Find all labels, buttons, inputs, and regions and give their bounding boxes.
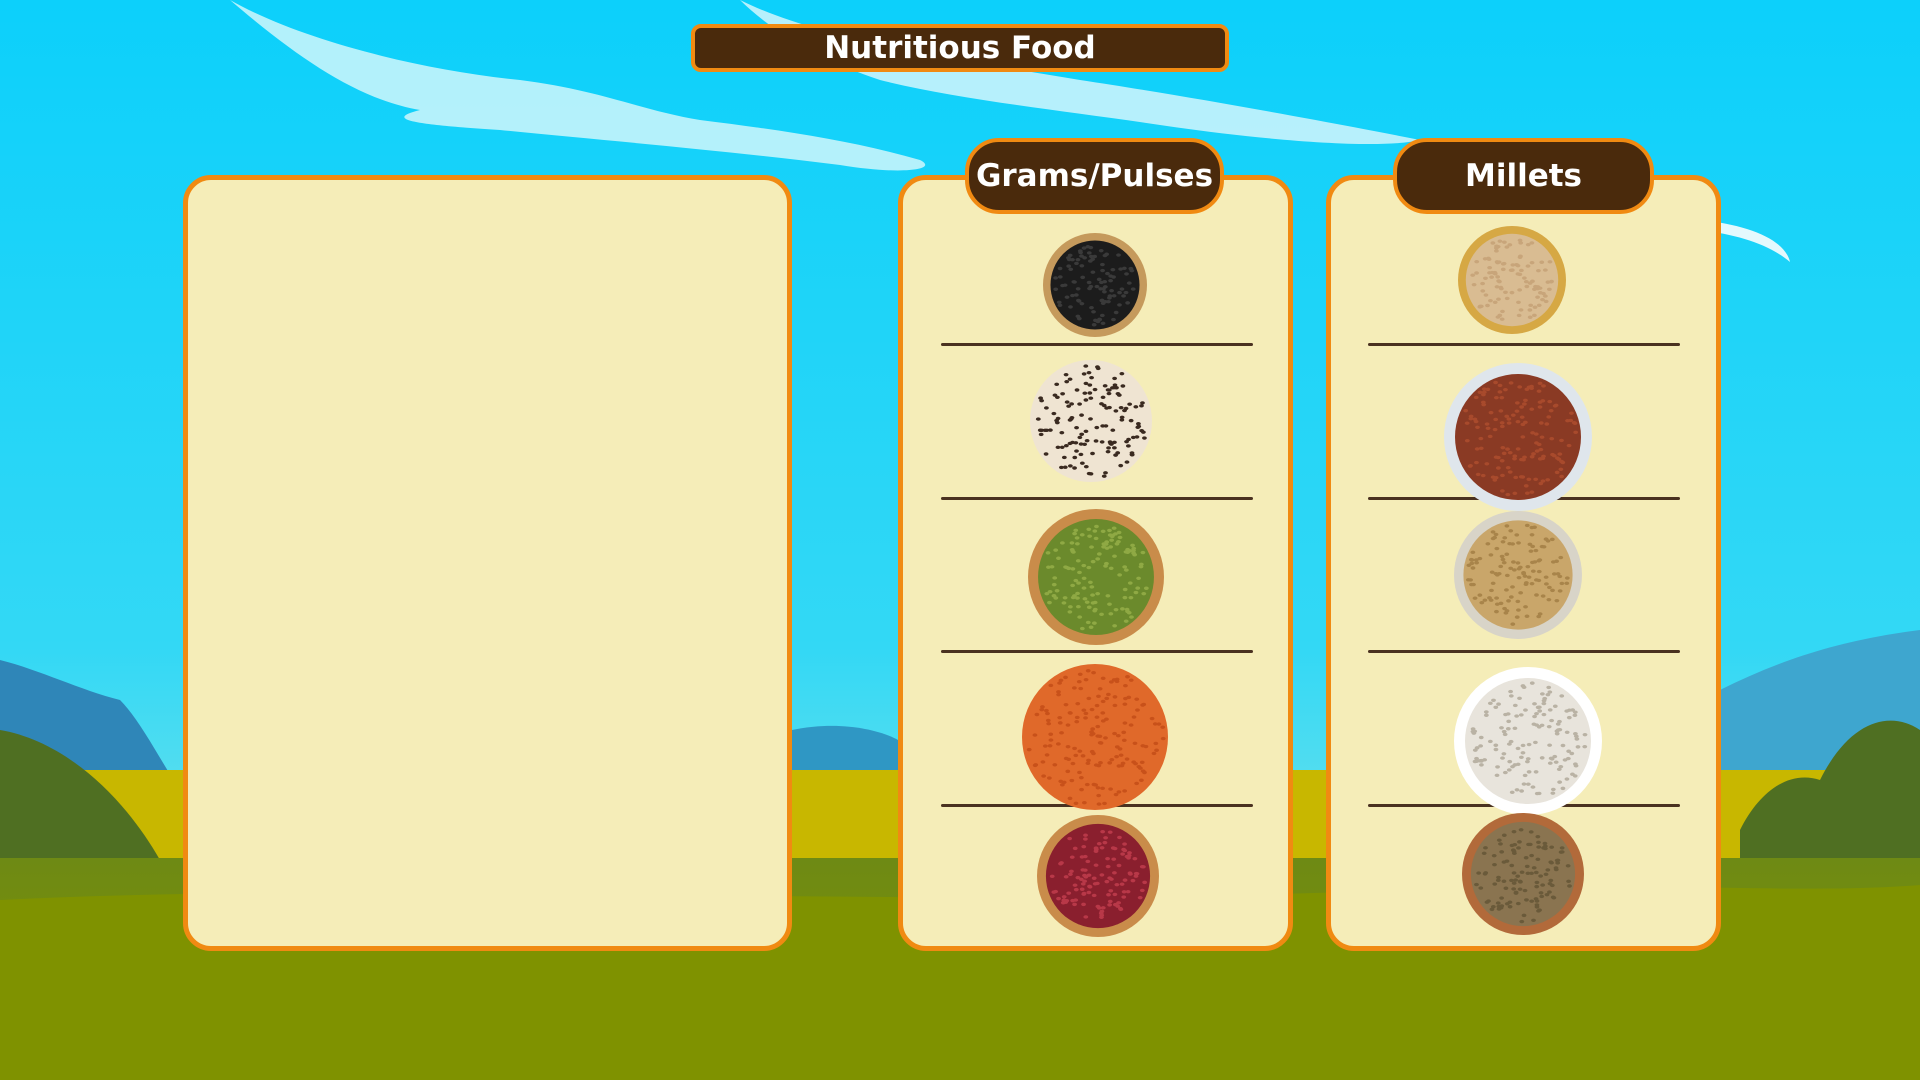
divider	[941, 650, 1253, 653]
category-tab-millets: Millets	[1393, 138, 1654, 214]
barnyard-millet-icon[interactable]	[1453, 666, 1603, 816]
title-banner: Nutritious Food	[691, 24, 1229, 72]
divider	[941, 343, 1253, 346]
black-gram-icon[interactable]	[1042, 232, 1148, 338]
black-eyed-peas-icon[interactable]	[1030, 360, 1152, 482]
pearl-millet-icon[interactable]	[1453, 510, 1583, 640]
finger-millet-icon[interactable]	[1443, 362, 1593, 512]
kidney-beans-icon[interactable]	[1036, 814, 1160, 938]
red-lentils-icon[interactable]	[1022, 664, 1168, 810]
little-millet-icon[interactable]	[1461, 812, 1585, 936]
drop-zone-panel[interactable]	[183, 175, 792, 951]
category-label: Grams/Pulses	[975, 158, 1214, 194]
divider	[1368, 650, 1680, 653]
foxtail-millet-icon[interactable]	[1457, 225, 1567, 335]
category-tab-pulses: Grams/Pulses	[965, 138, 1224, 214]
page-title: Nutritious Food	[824, 30, 1096, 66]
divider	[1368, 343, 1680, 346]
category-label: Millets	[1464, 158, 1583, 194]
green-gram-icon[interactable]	[1027, 508, 1165, 646]
divider	[941, 497, 1253, 500]
